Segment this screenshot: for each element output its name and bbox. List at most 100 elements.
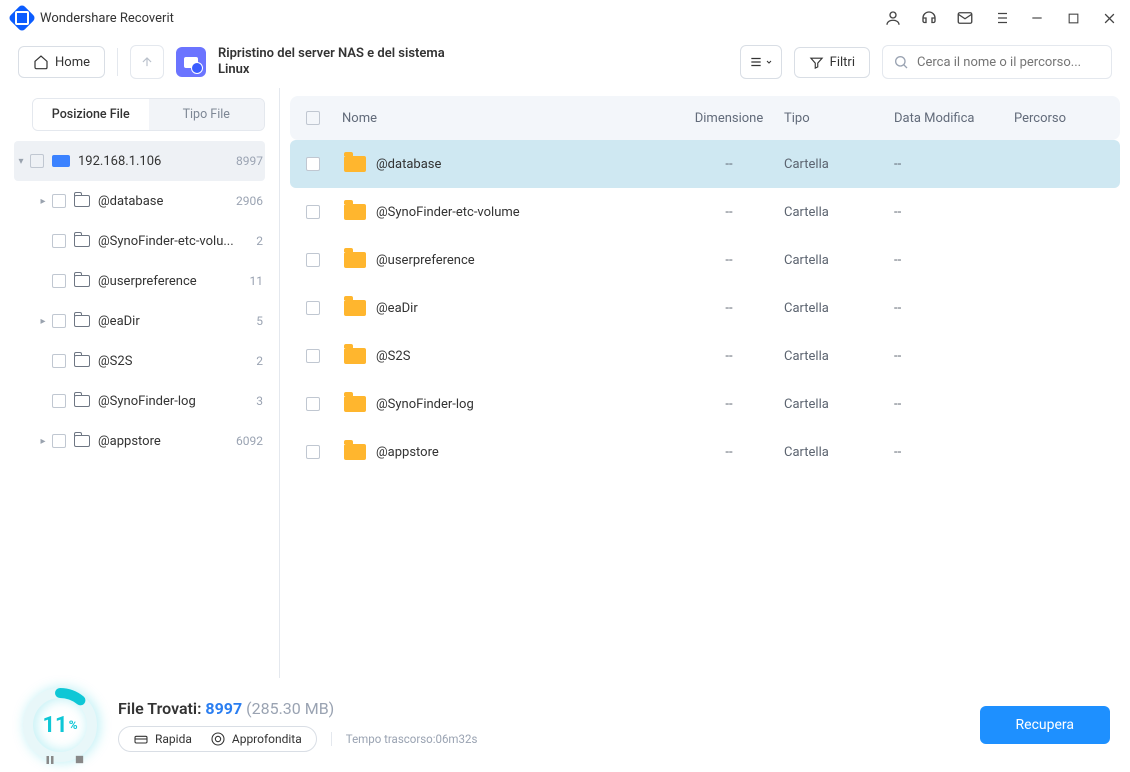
mode-deep[interactable]: Approfondita <box>210 731 302 747</box>
row-checkbox[interactable] <box>306 253 320 267</box>
tab-type-file[interactable]: Tipo File <box>149 99 265 130</box>
nav-up-button[interactable] <box>130 45 164 79</box>
row-checkbox[interactable] <box>306 205 320 219</box>
select-all-checkbox[interactable] <box>306 111 320 125</box>
progress-ring: 11% <box>20 685 100 765</box>
file-tree: ▾ 192.168.1.106 8997 ▸@database2906@Syno… <box>14 141 265 461</box>
row-dim: -- <box>674 397 784 412</box>
mode-quick[interactable]: Rapida <box>133 731 192 747</box>
support-icon[interactable] <box>920 9 938 27</box>
checkbox[interactable] <box>52 394 66 408</box>
pause-button[interactable] <box>44 754 56 766</box>
table-row[interactable]: @database--Cartella-- <box>290 140 1120 188</box>
mode-deep-label: Approfondita <box>232 732 302 746</box>
table-row[interactable]: @SynoFinder-etc-volume--Cartella-- <box>290 188 1120 236</box>
checkbox[interactable] <box>52 354 66 368</box>
context-title: Ripristino del server NAS e del sistema … <box>218 46 478 77</box>
filter-label: Filtri <box>830 55 855 70</box>
tree-item-label: @userpreference <box>98 274 244 289</box>
tree-item[interactable]: ▸@appstore6092 <box>14 421 265 461</box>
tree-item-count: 3 <box>256 394 263 408</box>
caret-icon[interactable]: ▸ <box>38 316 48 327</box>
col-name[interactable]: Nome <box>336 111 674 126</box>
table-row[interactable]: @S2S--Cartella-- <box>290 332 1120 380</box>
recover-button[interactable]: Recupera <box>980 706 1110 744</box>
checkbox[interactable] <box>30 154 44 168</box>
arrow-up-icon <box>140 55 154 69</box>
menu-icon[interactable] <box>992 9 1010 27</box>
close-icon[interactable] <box>1100 9 1118 27</box>
row-mod: -- <box>894 349 1014 364</box>
folder-icon <box>344 252 366 268</box>
progress-percent: 11 <box>42 713 67 738</box>
row-mod: -- <box>894 445 1014 460</box>
mail-icon[interactable] <box>956 9 974 27</box>
row-dim: -- <box>674 349 784 364</box>
row-name: @database <box>376 157 674 172</box>
tree-root-count: 8997 <box>236 154 263 168</box>
row-mod: -- <box>894 397 1014 412</box>
row-type: Cartella <box>784 205 894 220</box>
checkbox[interactable] <box>52 234 66 248</box>
tree-item[interactable]: @userpreference11 <box>14 261 265 301</box>
checkbox[interactable] <box>52 434 66 448</box>
tree-item[interactable]: @SynoFinder-etc-volu...2 <box>14 221 265 261</box>
filter-button[interactable]: Filtri <box>794 47 870 78</box>
col-dim[interactable]: Dimensione <box>674 111 784 126</box>
row-name: @appstore <box>376 445 674 460</box>
checkbox[interactable] <box>52 274 66 288</box>
tree-item[interactable]: @S2S 2 <box>14 341 265 381</box>
table-row[interactable]: @appstore--Cartella-- <box>290 428 1120 476</box>
tree-root[interactable]: ▾ 192.168.1.106 8997 <box>14 141 265 181</box>
tree-item-count: 6092 <box>236 434 263 448</box>
table-row[interactable]: @eaDir--Cartella-- <box>290 284 1120 332</box>
row-checkbox[interactable] <box>306 157 320 171</box>
row-dim: -- <box>674 157 784 172</box>
row-checkbox[interactable] <box>306 349 320 363</box>
checkbox[interactable] <box>52 194 66 208</box>
folder-icon <box>74 355 90 367</box>
row-checkbox[interactable] <box>306 301 320 315</box>
row-type: Cartella <box>784 397 894 412</box>
tree-item[interactable]: @SynoFinder-log 3 <box>14 381 265 421</box>
folder-icon <box>74 235 90 247</box>
row-type: Cartella <box>784 253 894 268</box>
folder-icon <box>74 315 90 327</box>
tree-item-label: @SynoFinder-log <box>98 394 250 409</box>
chevron-down-icon <box>765 58 773 66</box>
search-box[interactable] <box>882 45 1112 79</box>
tree-item[interactable]: ▸@eaDir5 <box>14 301 265 341</box>
caret-icon[interactable]: ▸ <box>38 196 48 207</box>
row-mod: -- <box>894 301 1014 316</box>
files-count: 8997 <box>205 699 242 718</box>
caret-down-icon[interactable]: ▾ <box>16 156 26 167</box>
row-checkbox[interactable] <box>306 397 320 411</box>
titlebar: Wondershare Recoverit <box>0 0 1130 36</box>
minimize-icon[interactable] <box>1028 9 1046 27</box>
col-mod[interactable]: Data Modifica <box>894 111 1014 126</box>
tree-item-label: @SynoFinder-etc-volu... <box>98 234 250 249</box>
tree-item-count: 2 <box>256 354 263 368</box>
search-input[interactable] <box>917 55 1101 70</box>
table-row[interactable]: @userpreference--Cartella-- <box>290 236 1120 284</box>
drive-icon <box>52 155 70 167</box>
folder-icon <box>344 300 366 316</box>
tree-item[interactable]: ▸@database2906 <box>14 181 265 221</box>
view-mode-button[interactable] <box>740 45 782 79</box>
table-row[interactable]: @SynoFinder-log--Cartella-- <box>290 380 1120 428</box>
folder-icon <box>344 204 366 220</box>
tab-position-file[interactable]: Posizione File <box>33 99 149 130</box>
home-button[interactable]: Home <box>18 46 105 78</box>
col-path[interactable]: Percorso <box>1014 111 1104 126</box>
stop-button[interactable] <box>74 754 85 766</box>
files-found: File Trovati: 8997 (285.30 MB) <box>118 699 477 718</box>
col-type[interactable]: Tipo <box>784 111 894 126</box>
row-type: Cartella <box>784 157 894 172</box>
checkbox[interactable] <box>52 314 66 328</box>
tree-item-count: 5 <box>256 314 263 328</box>
user-icon[interactable] <box>884 9 902 27</box>
maximize-icon[interactable] <box>1064 9 1082 27</box>
tree-item-label: @S2S <box>98 354 250 369</box>
caret-icon[interactable]: ▸ <box>38 436 48 447</box>
row-checkbox[interactable] <box>306 445 320 459</box>
